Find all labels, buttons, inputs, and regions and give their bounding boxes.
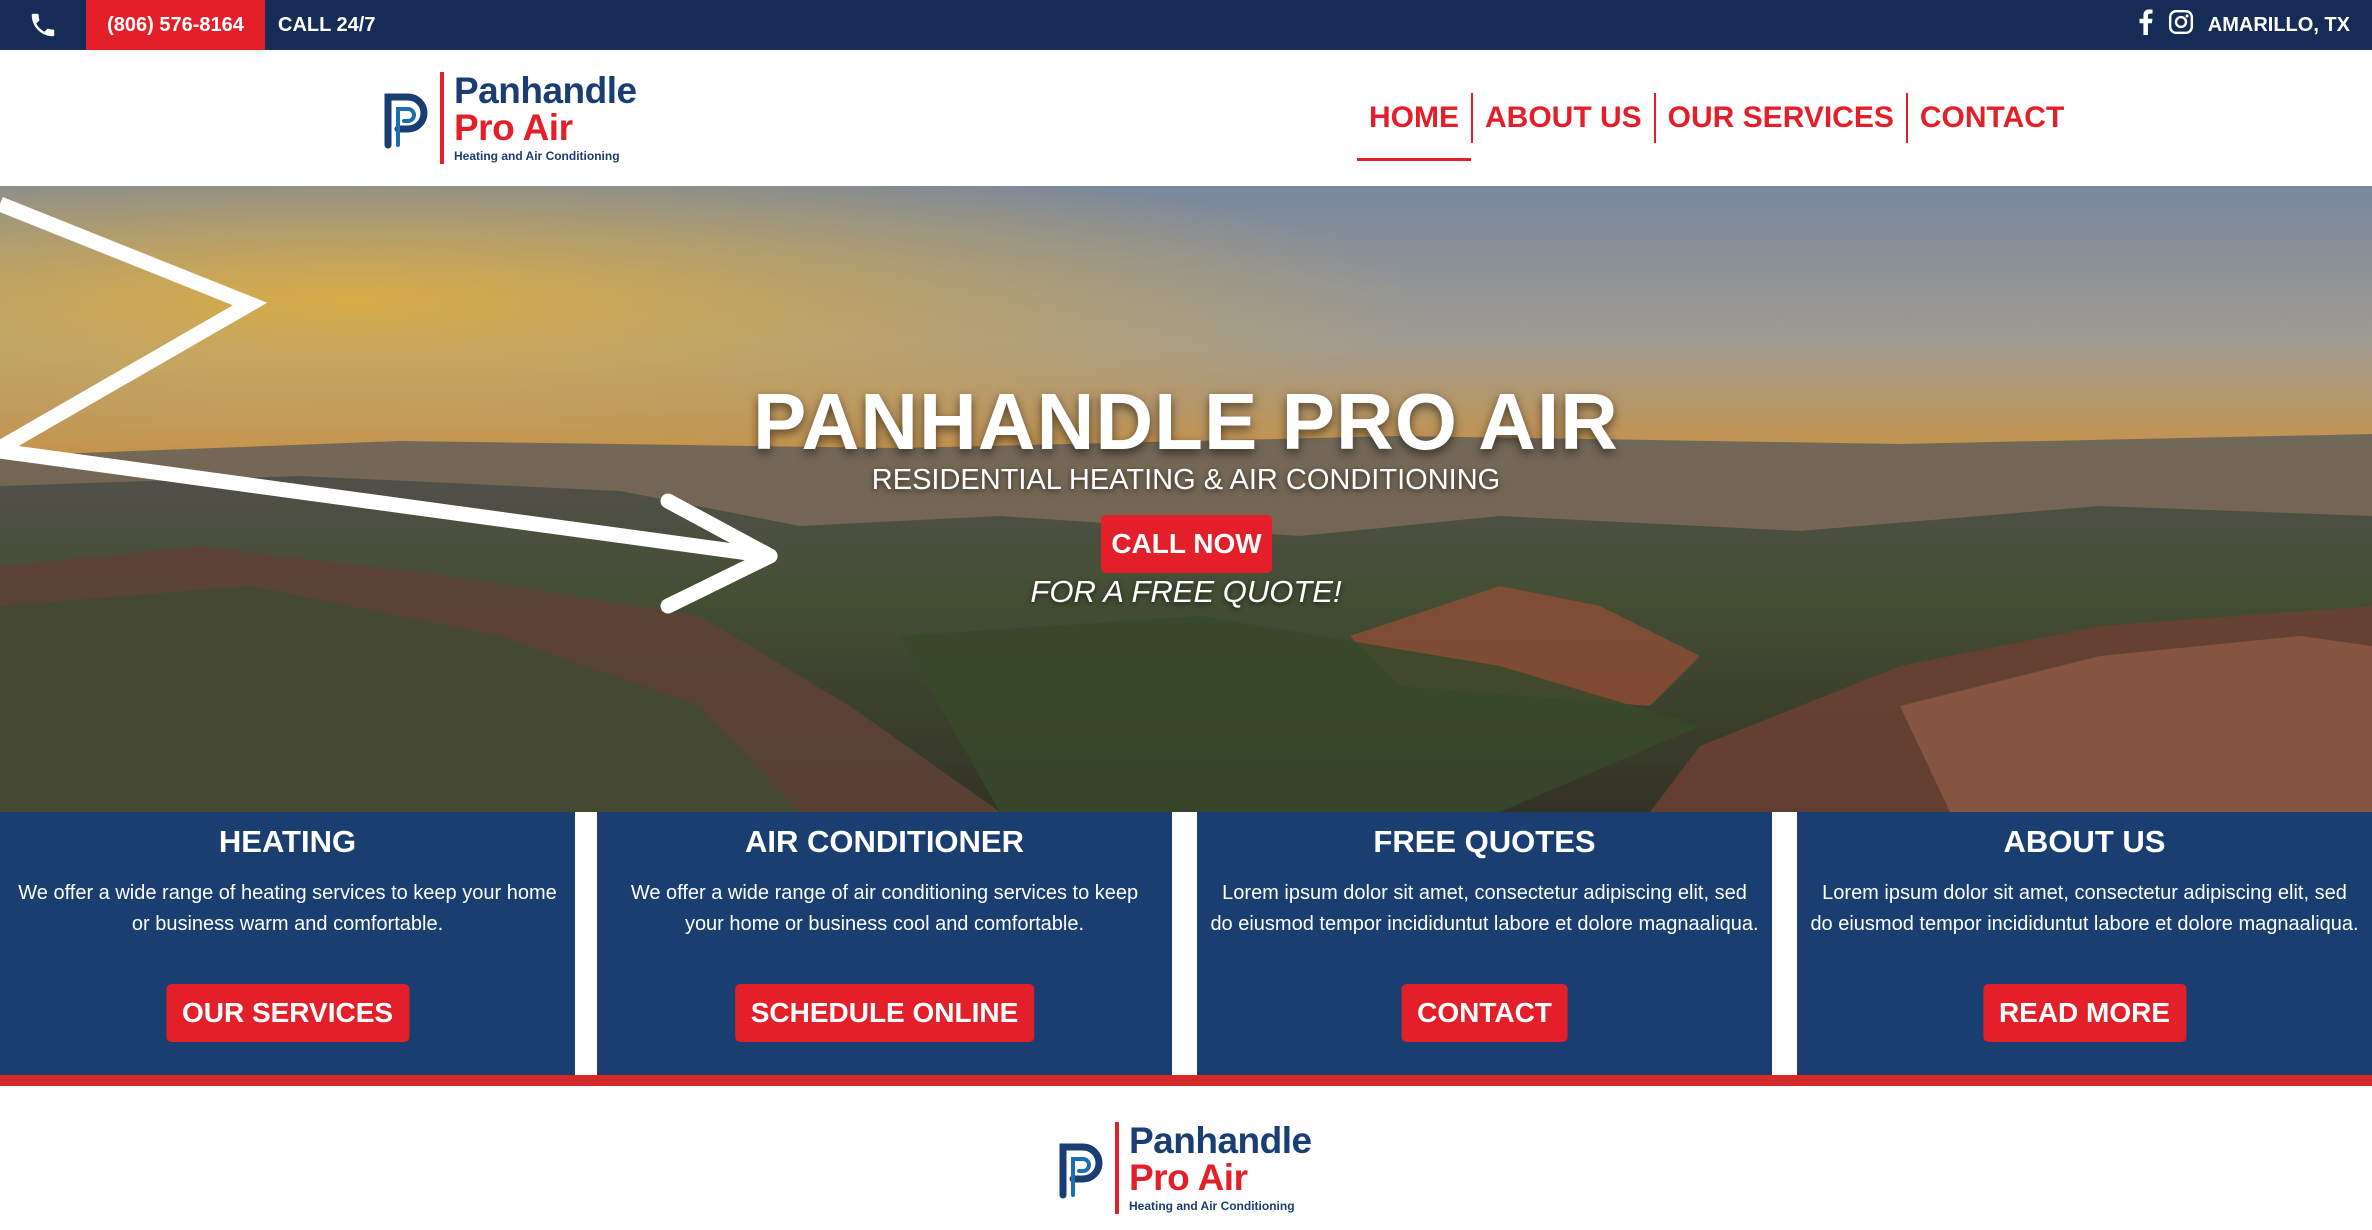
nav-home[interactable]: HOME [1357,93,1471,161]
logo-divider [440,72,444,164]
nav-about-us[interactable]: ABOUT US [1471,93,1654,143]
instagram-icon[interactable] [2168,9,2194,41]
nav-our-services[interactable]: OUR SERVICES [1653,93,1906,143]
logo-mark-icon [1059,1143,1103,1199]
logo-line1: Panhandle [1129,1120,1312,1161]
call-24-7-label: CALL 24/7 [278,13,376,36]
read-more-button[interactable]: READ MORE [1982,984,2187,1042]
hero-subtitle: RESIDENTIAL HEATING & AIR CONDITIONING [871,464,1501,496]
header-logo[interactable]: Panhandle Pro Air Heating and Air Condit… [380,72,637,164]
contact-button[interactable]: CONTACT [1401,984,1568,1042]
feature-cards: HEATING We offer a wide range of heating… [0,812,2372,1075]
footer-logo[interactable]: Panhandle Pro Air Heating and Air Condit… [1055,1122,1312,1214]
schedule-online-button[interactable]: SCHEDULE ONLINE [734,984,1035,1042]
nav-contact[interactable]: CONTACT [1905,93,2076,143]
card-title: HEATING [218,824,357,859]
facebook-icon[interactable] [2138,9,2154,41]
top-bar: (806) 576-8164 CALL 24/7 AMARILLO, TX [0,0,2372,50]
main-nav: HOME ABOUT US OUR SERVICES CONTACT [1357,50,2076,186]
logo-line1: Panhandle [454,70,637,111]
logo-line2: Pro Air [1129,1157,1248,1198]
footer-divider-stripe [0,1075,2372,1086]
phone-number-link[interactable]: (806) 576-8164 [86,0,265,50]
card-title: AIR CONDITIONER [745,824,1024,859]
card-text: Lorem ipsum dolor sit amet, consectetur … [1210,882,1759,935]
hero-banner: PANHANDLE PRO AIR RESIDENTIAL HEATING & … [0,186,2372,812]
logo-mark-icon [384,93,428,149]
card-text: We offer a wide range of heating service… [18,882,557,935]
call-now-button[interactable]: CALL NOW [1101,515,1272,573]
card-free-quotes: FREE QUOTES Lorem ipsum dolor sit amet, … [1197,812,1772,1075]
card-text: We offer a wide range of air conditionin… [630,882,1139,935]
site-footer: Panhandle Pro Air Heating and Air Condit… [0,1086,2372,1230]
annotation-arrow-overlay [0,197,778,614]
location-label: AMARILLO, TX [2207,13,2350,36]
logo-line3: Heating and Air Conditioning [454,149,620,163]
our-services-button[interactable]: OUR SERVICES [165,984,410,1042]
hero-title: PANHANDLE PRO AIR [753,377,1619,466]
logo-divider [1115,1122,1119,1214]
hero-tagline: FOR A FREE QUOTE! [1030,574,1342,609]
logo-line3: Heating and Air Conditioning [1129,1199,1295,1213]
phone-icon[interactable] [0,0,86,50]
card-heating: HEATING We offer a wide range of heating… [0,812,575,1075]
card-title: FREE QUOTES [1373,824,1596,859]
card-air-conditioner: AIR CONDITIONER We offer a wide range of… [597,812,1172,1075]
top-right-group: AMARILLO, TX [2138,0,2350,50]
card-text: Lorem ipsum dolor sit amet, consectetur … [1810,882,2359,935]
card-about-us: ABOUT US Lorem ipsum dolor sit amet, con… [1797,812,2372,1075]
card-title: ABOUT US [2003,824,2166,859]
logo-line2: Pro Air [454,107,573,148]
